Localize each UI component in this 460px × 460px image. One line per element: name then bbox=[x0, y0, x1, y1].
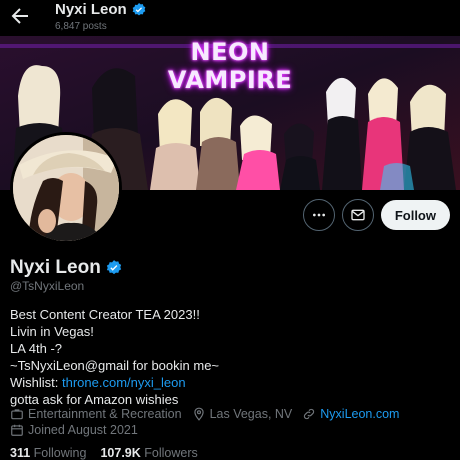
bio-line: LA 4th -? bbox=[10, 341, 63, 356]
following-link[interactable]: 311 Following bbox=[10, 446, 86, 460]
banner-title: NEON VAMPIRE bbox=[167, 38, 293, 94]
follow-button[interactable]: Follow bbox=[380, 200, 450, 230]
category-item: Entertainment & Recreation bbox=[10, 407, 182, 421]
more-options-button[interactable] bbox=[302, 199, 335, 231]
calendar-icon bbox=[11, 424, 23, 436]
wishlist-link[interactable]: throne.com/nyxi_leon bbox=[62, 375, 186, 390]
profile-meta-joined: Joined August 2021 bbox=[10, 423, 455, 437]
bio-line: Livin in Vegas! bbox=[10, 324, 94, 339]
category-text: Entertainment & Recreation bbox=[28, 407, 182, 421]
followers-link[interactable]: 107.9K Followers bbox=[100, 446, 197, 460]
briefcase-icon bbox=[11, 409, 23, 420]
link-icon bbox=[304, 408, 315, 420]
message-button[interactable] bbox=[341, 199, 374, 231]
bio-line: ~TsNyxiLeon@gmail for bookin me~ bbox=[10, 358, 220, 373]
post-count: 6,847 posts bbox=[55, 21, 107, 32]
back-arrow-icon[interactable] bbox=[8, 4, 32, 28]
wishlist-label: Wishlist: bbox=[10, 375, 62, 390]
avatar-image bbox=[13, 135, 119, 241]
website-item: NyxiLeon.com bbox=[302, 407, 399, 421]
followers-label: Followers bbox=[144, 446, 198, 460]
website-link[interactable]: NyxiLeon.com bbox=[320, 407, 399, 421]
location-item: Las Vegas, NV bbox=[192, 407, 293, 421]
joined-text: Joined August 2021 bbox=[28, 423, 138, 437]
follow-stats: 311 Following 107.9K Followers bbox=[10, 446, 198, 460]
avatar[interactable] bbox=[10, 132, 122, 244]
profile-name: Nyxi Leon bbox=[10, 257, 123, 279]
followers-count: 107.9K bbox=[100, 446, 141, 460]
header-name-text: Nyxi Leon bbox=[55, 1, 127, 18]
header-name: Nyxi Leon bbox=[55, 1, 147, 18]
bio-line: gotta ask for Amazon wishies bbox=[10, 392, 179, 407]
verified-badge-icon bbox=[106, 260, 121, 275]
profile-actions: Follow bbox=[302, 199, 450, 231]
bio-line-wishlist: Wishlist: throne.com/nyxi_leon bbox=[10, 374, 450, 391]
verified-badge-icon bbox=[132, 2, 146, 15]
profile-meta: Entertainment & Recreation Las Vegas, NV… bbox=[10, 407, 455, 421]
location-text: Las Vegas, NV bbox=[209, 407, 293, 421]
top-bar: Nyxi Leon 6,847 posts bbox=[0, 0, 460, 36]
envelope-icon bbox=[351, 209, 365, 221]
profile-handle: @TsNyxiLeon bbox=[10, 279, 85, 293]
location-pin-icon bbox=[193, 407, 204, 421]
following-label: Following bbox=[33, 446, 87, 460]
profile-name-text: Nyxi Leon bbox=[10, 257, 101, 278]
more-dots-icon bbox=[312, 213, 325, 217]
joined-item: Joined August 2021 bbox=[10, 423, 138, 437]
bio-line: Best Content Creator TEA 2023!! bbox=[10, 307, 200, 322]
following-count: 311 bbox=[10, 446, 31, 460]
profile-bio: Best Content Creator TEA 2023!! Livin in… bbox=[10, 306, 450, 408]
